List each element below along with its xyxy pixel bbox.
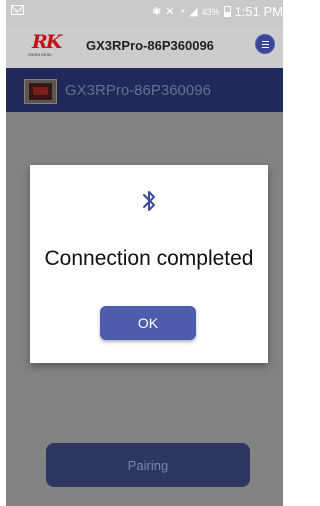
battery-icon (223, 6, 231, 17)
logo-subtext: RIKEN KEIKI (28, 52, 52, 57)
menu-icon (262, 41, 269, 42)
pairing-button[interactable]: Pairing (46, 443, 250, 487)
mail-icon (11, 5, 24, 15)
app-title: GX3RPro-86P360096 (86, 38, 214, 53)
menu-button[interactable] (255, 34, 275, 54)
status-icons: ✱ ✕ ◔ ◢ 43% 1:51 PM (152, 4, 283, 19)
device-name: GX3RPro-86P360096 (65, 82, 211, 99)
battery-percent: 43% (201, 6, 220, 17)
bluetooth-icon (143, 191, 155, 211)
riken-keiki-logo: RK RIKEN KEIKI (28, 31, 64, 61)
connection-dialog: Connection completed OK (30, 165, 268, 363)
dialog-message: Connection completed (44, 247, 254, 270)
app-header: RK RIKEN KEIKI GX3RPro-86P360096 (6, 26, 283, 68)
ok-button[interactable]: OK (100, 306, 196, 340)
status-time: 1:51 PM (234, 4, 283, 19)
signal-icon: ◢ (189, 5, 198, 18)
device-row[interactable]: GX3RPro-86P360096 (6, 68, 283, 112)
status-bar: ✱ ✕ ◔ ◢ 43% 1:51 PM (6, 0, 283, 26)
wifi-icon: ◔ (178, 5, 186, 18)
mute-icon: ✕ (165, 5, 175, 18)
logo-mark: RK (32, 31, 62, 53)
device-thumbnail (24, 79, 57, 104)
bluetooth-status-icon: ✱ (152, 5, 162, 18)
phone-screen: ✱ ✕ ◔ ◢ 43% 1:51 PM RK RIKEN KEIKI GX3RP… (6, 0, 283, 506)
